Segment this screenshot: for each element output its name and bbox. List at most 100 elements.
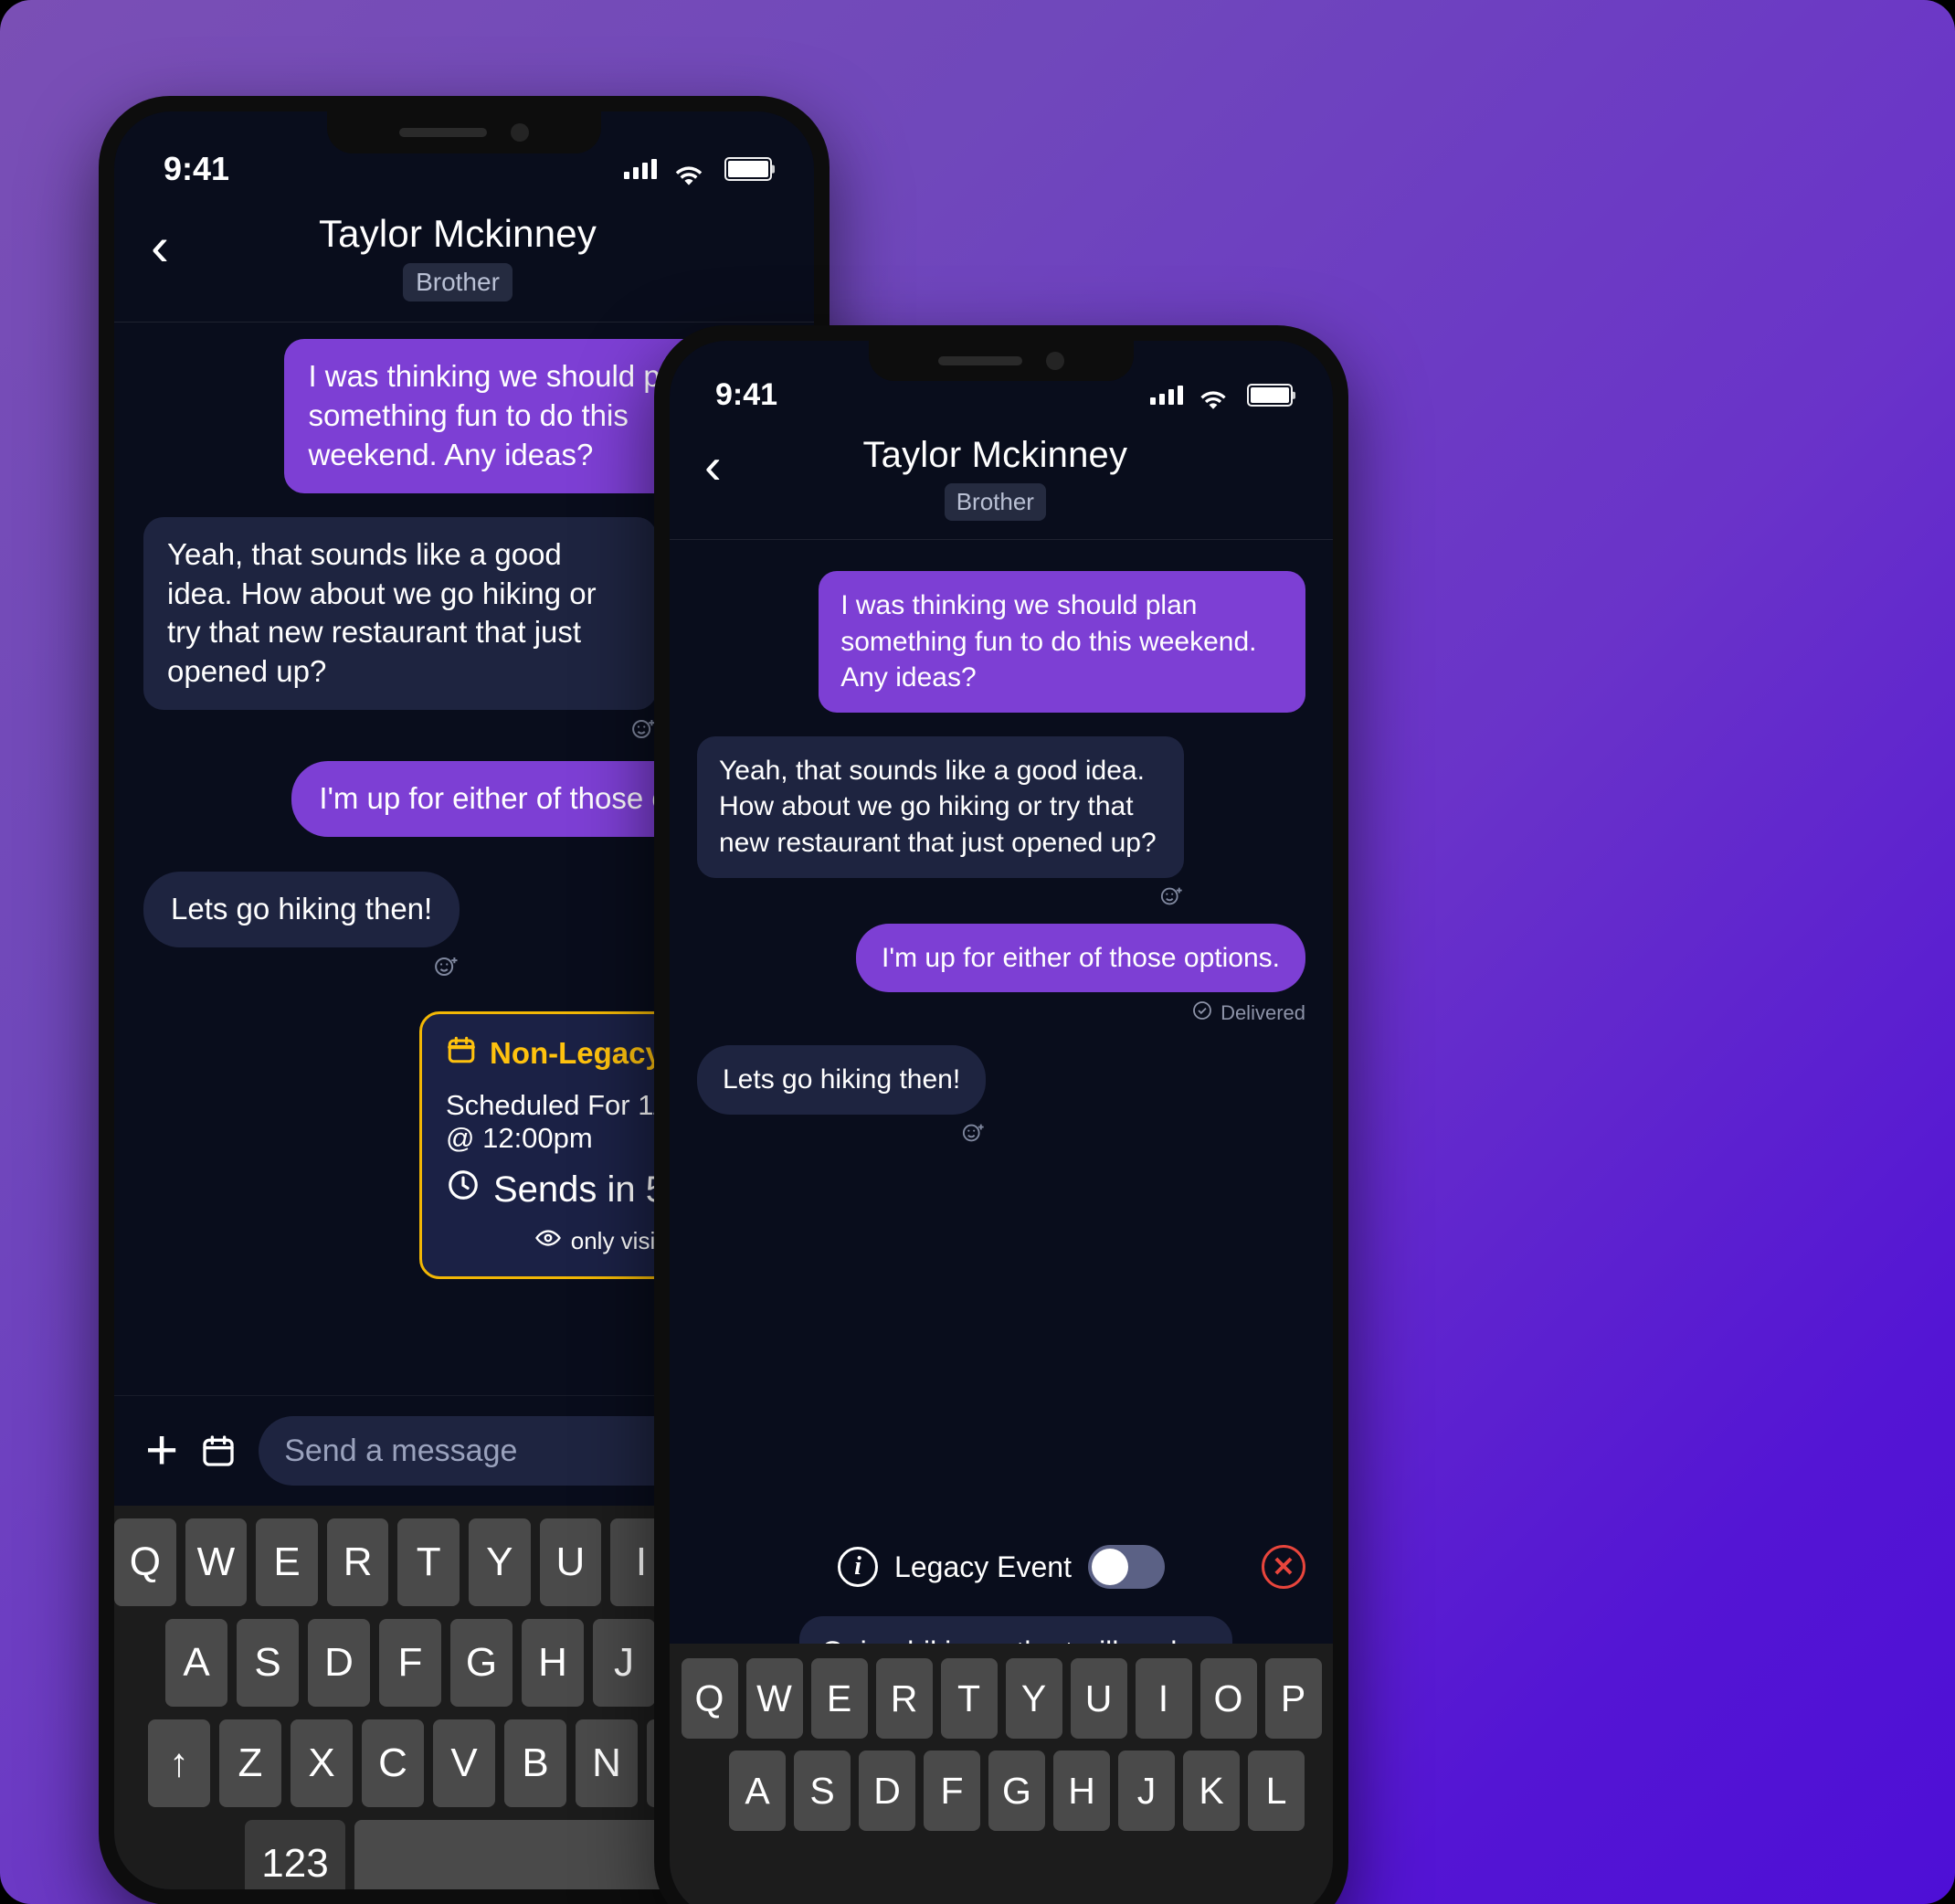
key-t[interactable]: T: [397, 1518, 460, 1606]
message-row: I was thinking we should plan something …: [697, 571, 1305, 713]
cellular-bars-icon: [1150, 386, 1183, 405]
key-b[interactable]: B: [504, 1719, 566, 1807]
peer-info: Taylor Mckinney Brother: [169, 212, 746, 301]
key-j[interactable]: J: [1118, 1751, 1175, 1831]
key-u[interactable]: U: [1070, 1658, 1127, 1739]
app-background: 9:41 ‹ Taylor Mckinney Brother I was thi…: [0, 0, 1955, 1904]
key-v[interactable]: V: [433, 1719, 495, 1807]
key-z[interactable]: Z: [219, 1719, 281, 1807]
add-reaction-icon[interactable]: [143, 953, 460, 980]
key-w[interactable]: W: [745, 1658, 803, 1739]
check-circle-icon: [1191, 1000, 1213, 1027]
key-c[interactable]: C: [362, 1719, 424, 1807]
message-row: I'm up for either of those options. Deli…: [697, 923, 1305, 1028]
keyboard-row: QWERTYUIOP: [670, 1658, 1333, 1739]
message-bubble-incoming[interactable]: Yeah, that sounds like a good idea. How …: [697, 735, 1184, 878]
add-reaction-icon[interactable]: [697, 1120, 986, 1146]
calendar-icon: [446, 1034, 477, 1073]
key-e[interactable]: E: [256, 1518, 318, 1606]
key-a[interactable]: A: [165, 1619, 227, 1707]
message-bubble-incoming[interactable]: Lets go hiking then!: [143, 872, 460, 948]
key-g[interactable]: G: [988, 1751, 1045, 1831]
key-a[interactable]: A: [729, 1751, 786, 1831]
phone-front: 9:41 ‹ Taylor Mckinney Brother I was thi…: [654, 325, 1348, 1904]
status-indicators: [624, 157, 772, 185]
key-f[interactable]: F: [379, 1619, 441, 1707]
message-bubble-incoming[interactable]: Yeah, that sounds like a good idea. How …: [143, 516, 657, 711]
status-time: 9:41: [164, 150, 230, 187]
legacy-event-row: i Legacy Event ✕: [697, 1545, 1305, 1589]
key-x[interactable]: X: [291, 1719, 353, 1807]
message-status: Delivered: [856, 1000, 1305, 1027]
status-indicators: [1150, 384, 1293, 409]
message-row: Yeah, that sounds like a good idea. How …: [697, 735, 1305, 909]
info-icon[interactable]: i: [838, 1547, 879, 1587]
legacy-event-label: Legacy Event: [894, 1550, 1072, 1583]
key-j[interactable]: J: [593, 1619, 655, 1707]
keyboard-row: ASDFGHJKL: [670, 1751, 1333, 1831]
battery-full-icon: [724, 157, 772, 181]
key-numbers[interactable]: 123: [245, 1820, 345, 1889]
page-title: Taylor Mckinney: [318, 212, 597, 255]
key-r[interactable]: R: [326, 1518, 389, 1606]
scheduled-card-title: Non-Legacy: [490, 1036, 662, 1071]
clock-icon: [446, 1168, 481, 1211]
key-d[interactable]: D: [859, 1751, 915, 1831]
key-s[interactable]: S: [794, 1751, 851, 1831]
wifi-icon: [673, 158, 704, 185]
relationship-badge: Brother: [944, 483, 1046, 521]
relationship-badge: Brother: [403, 263, 513, 301]
peer-info: Taylor Mckinney Brother: [722, 435, 1269, 521]
message-status-label: Delivered: [1221, 1001, 1305, 1025]
key-↑[interactable]: ↑: [148, 1719, 210, 1807]
key-g[interactable]: G: [450, 1619, 513, 1707]
message-list: I was thinking we should plan something …: [670, 540, 1333, 1146]
key-y[interactable]: Y: [469, 1518, 531, 1606]
wifi-icon: [1199, 385, 1228, 409]
chevron-left-icon[interactable]: ‹: [151, 219, 169, 274]
battery-full-icon: [1247, 384, 1293, 407]
eye-icon: [534, 1224, 562, 1258]
key-d[interactable]: D: [308, 1619, 370, 1707]
key-r[interactable]: R: [875, 1658, 933, 1739]
key-o[interactable]: O: [1199, 1658, 1257, 1739]
key-s[interactable]: S: [237, 1619, 299, 1707]
key-t[interactable]: T: [940, 1658, 998, 1739]
cellular-bars-icon: [624, 159, 657, 179]
chat-header: ‹ Taylor Mckinney Brother: [670, 413, 1333, 540]
key-p[interactable]: P: [1264, 1658, 1322, 1739]
key-e[interactable]: E: [810, 1658, 868, 1739]
close-circle-icon[interactable]: ✕: [1262, 1545, 1305, 1589]
key-i[interactable]: I: [1135, 1658, 1192, 1739]
toggle-knob: [1091, 1549, 1128, 1585]
key-q[interactable]: Q: [681, 1658, 738, 1739]
message-row: Lets go hiking then!: [697, 1045, 1305, 1146]
message-bubble-outgoing[interactable]: I was thinking we should plan something …: [819, 571, 1305, 713]
chevron-left-icon[interactable]: ‹: [704, 440, 722, 492]
message-bubble-outgoing[interactable]: I'm up for either of those options.: [856, 923, 1305, 993]
phone-front-screen: 9:41 ‹ Taylor Mckinney Brother I was thi…: [670, 341, 1333, 1904]
chat-header: ‹ Taylor Mckinney Brother: [114, 188, 814, 323]
key-h[interactable]: H: [522, 1619, 584, 1707]
add-reaction-icon[interactable]: [697, 883, 1184, 909]
message-bubble-incoming[interactable]: Lets go hiking then!: [697, 1045, 987, 1115]
add-reaction-icon[interactable]: [143, 715, 657, 743]
key-f[interactable]: F: [924, 1751, 980, 1831]
key-k[interactable]: K: [1183, 1751, 1240, 1831]
key-w[interactable]: W: [185, 1518, 248, 1606]
key-q[interactable]: Q: [114, 1518, 176, 1606]
key-y[interactable]: Y: [1005, 1658, 1062, 1739]
key-h[interactable]: H: [1053, 1751, 1110, 1831]
status-bar: 9:41: [114, 111, 814, 188]
key-u[interactable]: U: [539, 1518, 602, 1606]
page-title: Taylor Mckinney: [862, 435, 1128, 475]
status-bar: 9:41: [670, 341, 1333, 413]
onscreen-keyboard: QWERTYUIOP ASDFGHJKL: [670, 1644, 1333, 1904]
key-l[interactable]: L: [1248, 1751, 1305, 1831]
legacy-event-toggle[interactable]: [1087, 1545, 1165, 1589]
plus-icon[interactable]: +: [145, 1423, 178, 1479]
key-n[interactable]: N: [576, 1719, 638, 1807]
status-time: 9:41: [715, 377, 778, 412]
key-space[interactable]: [354, 1820, 683, 1889]
calendar-icon[interactable]: [200, 1432, 237, 1470]
